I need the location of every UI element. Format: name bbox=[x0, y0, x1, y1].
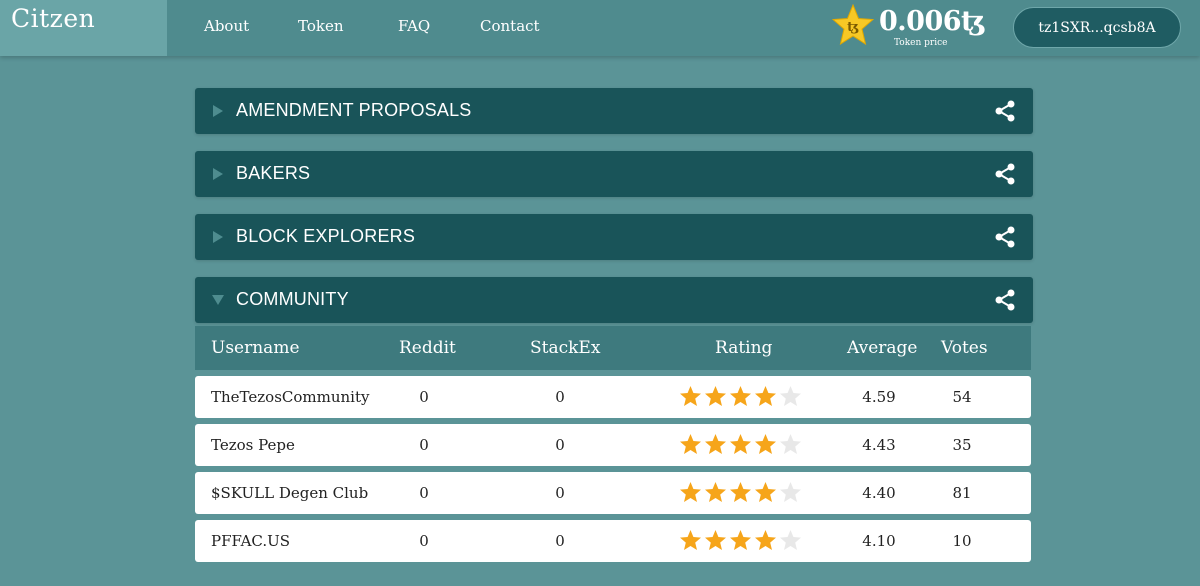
star-filled-icon[interactable] bbox=[679, 481, 702, 503]
share-icon[interactable] bbox=[993, 99, 1017, 123]
expand-arrow-icon bbox=[213, 105, 223, 117]
cell-username[interactable]: PFFAC.US bbox=[211, 532, 290, 550]
cell-reddit: 0 bbox=[419, 484, 429, 502]
share-icon[interactable] bbox=[993, 162, 1017, 186]
cell-average: 4.43 bbox=[862, 436, 896, 454]
section-title: BAKERS bbox=[236, 163, 311, 183]
star-filled-icon[interactable] bbox=[704, 529, 727, 551]
star-filled-icon[interactable] bbox=[704, 433, 727, 455]
token-price-label: Token price bbox=[894, 38, 948, 48]
section-title: BLOCK EXPLORERS bbox=[236, 226, 416, 246]
star-filled-icon[interactable] bbox=[704, 385, 727, 407]
cell-stackex: 0 bbox=[555, 436, 565, 454]
column-header-average[interactable]: Average bbox=[847, 338, 917, 358]
cell-average: 4.40 bbox=[862, 484, 896, 502]
expand-arrow-icon bbox=[213, 168, 223, 180]
star-filled-icon[interactable] bbox=[729, 433, 752, 455]
nav-token[interactable]: Token bbox=[298, 17, 344, 35]
column-header-stackex[interactable]: StackEx bbox=[530, 338, 600, 358]
logo[interactable]: Citzen bbox=[11, 4, 95, 33]
cell-username[interactable]: TheTezosCommunity bbox=[211, 388, 369, 406]
table-header: Username Reddit StackEx Rating Average V… bbox=[195, 326, 1031, 370]
cell-stackex: 0 bbox=[555, 388, 565, 406]
cell-stackex: 0 bbox=[555, 532, 565, 550]
star-filled-icon[interactable] bbox=[729, 529, 752, 551]
cell-username[interactable]: $SKULL Degen Club bbox=[211, 484, 368, 502]
section-title: AMENDMENT PROPOSALS bbox=[236, 100, 472, 120]
share-icon[interactable] bbox=[993, 288, 1017, 312]
cell-votes: 35 bbox=[952, 436, 972, 454]
logo-box[interactable]: Citzen bbox=[0, 0, 167, 56]
expand-arrow-icon bbox=[213, 231, 223, 243]
cell-reddit: 0 bbox=[419, 388, 429, 406]
cell-votes: 10 bbox=[952, 532, 972, 550]
table-row[interactable]: TheTezosCommunity 0 0 4.59 54 bbox=[195, 376, 1031, 418]
star-empty-icon[interactable] bbox=[779, 481, 802, 503]
top-navigation-bar: Citzen About Token FAQ Contact ꜩ 0.006ꜩ … bbox=[0, 0, 1200, 56]
table-row[interactable]: PFFAC.US 0 0 4.10 10 bbox=[195, 520, 1031, 562]
rating-stars[interactable] bbox=[679, 529, 802, 551]
star-empty-icon[interactable] bbox=[779, 529, 802, 551]
cell-votes: 81 bbox=[952, 484, 972, 502]
section-community[interactable]: COMMUNITY bbox=[195, 277, 1033, 323]
cell-username[interactable]: Tezos Pepe bbox=[211, 436, 295, 454]
cell-average: 4.59 bbox=[862, 388, 896, 406]
column-header-votes[interactable]: Votes bbox=[941, 338, 988, 358]
star-filled-icon[interactable] bbox=[679, 385, 702, 407]
svg-text:ꜩ: ꜩ bbox=[847, 20, 859, 35]
cell-reddit: 0 bbox=[419, 532, 429, 550]
collapse-arrow-icon bbox=[212, 295, 224, 305]
star-filled-icon[interactable] bbox=[729, 385, 752, 407]
cell-average: 4.10 bbox=[862, 532, 896, 550]
star-filled-icon[interactable] bbox=[679, 433, 702, 455]
star-empty-icon[interactable] bbox=[779, 433, 802, 455]
cell-reddit: 0 bbox=[419, 436, 429, 454]
table-row[interactable]: $SKULL Degen Club 0 0 4.40 81 bbox=[195, 472, 1031, 514]
star-filled-icon[interactable] bbox=[754, 433, 777, 455]
column-header-username[interactable]: Username bbox=[211, 338, 300, 358]
rating-stars[interactable] bbox=[679, 433, 802, 455]
star-filled-icon[interactable] bbox=[754, 529, 777, 551]
table-row[interactable]: Tezos Pepe 0 0 4.43 35 bbox=[195, 424, 1031, 466]
cell-votes: 54 bbox=[952, 388, 972, 406]
star-filled-icon[interactable] bbox=[754, 385, 777, 407]
token-price: 0.006ꜩ bbox=[879, 6, 986, 37]
section-bakers[interactable]: BAKERS bbox=[195, 151, 1033, 197]
rating-stars[interactable] bbox=[679, 385, 802, 407]
section-block-explorers[interactable]: BLOCK EXPLORERS bbox=[195, 214, 1033, 260]
nav-faq[interactable]: FAQ bbox=[398, 17, 430, 35]
wallet-address-button[interactable]: tz1SXR...qcsb8A bbox=[1013, 7, 1181, 48]
section-title: COMMUNITY bbox=[236, 289, 349, 309]
star-filled-icon[interactable] bbox=[754, 481, 777, 503]
star-filled-icon[interactable] bbox=[704, 481, 727, 503]
column-header-reddit[interactable]: Reddit bbox=[399, 338, 456, 358]
column-header-rating[interactable]: Rating bbox=[715, 338, 772, 358]
share-icon[interactable] bbox=[993, 225, 1017, 249]
section-amendment-proposals[interactable]: AMENDMENT PROPOSALS bbox=[195, 88, 1033, 134]
cell-stackex: 0 bbox=[555, 484, 565, 502]
star-filled-icon[interactable] bbox=[729, 481, 752, 503]
star-empty-icon[interactable] bbox=[779, 385, 802, 407]
nav-contact[interactable]: Contact bbox=[480, 17, 540, 35]
nav-about[interactable]: About bbox=[204, 17, 249, 35]
rating-stars[interactable] bbox=[679, 481, 802, 503]
token-star-icon: ꜩ bbox=[832, 4, 874, 46]
star-filled-icon[interactable] bbox=[679, 529, 702, 551]
